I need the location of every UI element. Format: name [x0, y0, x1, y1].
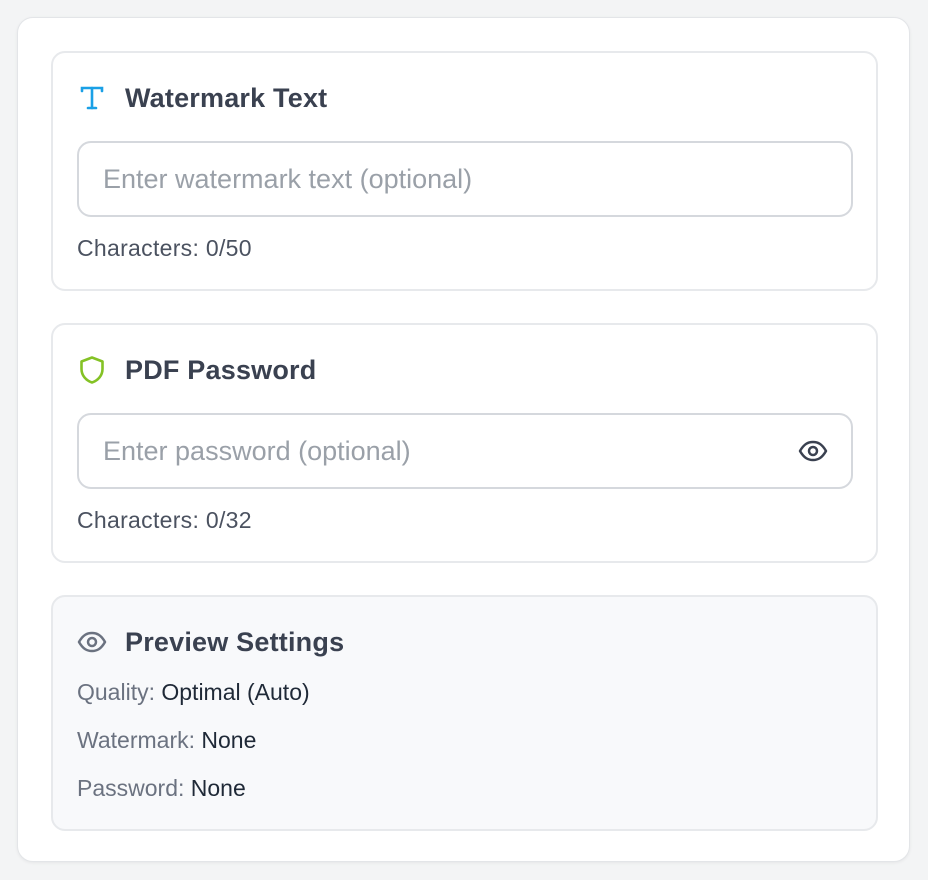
- preview-value: None: [201, 727, 257, 753]
- watermark-text-section: Watermark Text Characters: 0/50: [51, 51, 878, 291]
- password-section-header: PDF Password: [77, 353, 316, 387]
- preview-row-password: Password: None: [77, 775, 246, 802]
- settings-panel: Watermark Text Characters: 0/50 PDF Pass…: [17, 17, 910, 862]
- watermark-section-header: Watermark Text: [77, 81, 327, 115]
- watermark-input-wrapper: [77, 141, 853, 217]
- watermark-section-title: Watermark Text: [125, 82, 328, 113]
- watermark-text-input[interactable]: [103, 143, 783, 215]
- pdf-password-section: PDF Password Characters: 0/32: [51, 323, 878, 563]
- password-section-title: PDF Password: [125, 354, 317, 385]
- preview-row-quality: Quality: Optimal (Auto): [77, 679, 310, 706]
- preview-section-title: Preview Settings: [125, 626, 345, 657]
- password-input[interactable]: [103, 415, 783, 487]
- preview-value: Optimal (Auto): [161, 679, 310, 705]
- password-input-wrapper: [77, 413, 853, 489]
- preview-value: None: [190, 775, 246, 801]
- preview-settings-section: Preview Settings Quality: Optimal (Auto)…: [51, 595, 878, 831]
- watermark-char-count: Characters: 0/50: [77, 235, 252, 261]
- shield-icon: [77, 355, 107, 385]
- preview-section-header: Preview Settings: [77, 625, 344, 659]
- preview-label: Watermark:: [77, 727, 195, 753]
- show-password-eye-icon[interactable]: [797, 435, 829, 467]
- preview-label: Quality:: [77, 679, 155, 705]
- preview-label: Password:: [77, 775, 185, 801]
- eye-icon: [77, 627, 107, 657]
- password-char-count: Characters: 0/32: [77, 507, 252, 533]
- text-type-icon: [77, 83, 107, 113]
- preview-row-watermark: Watermark: None: [77, 727, 256, 754]
